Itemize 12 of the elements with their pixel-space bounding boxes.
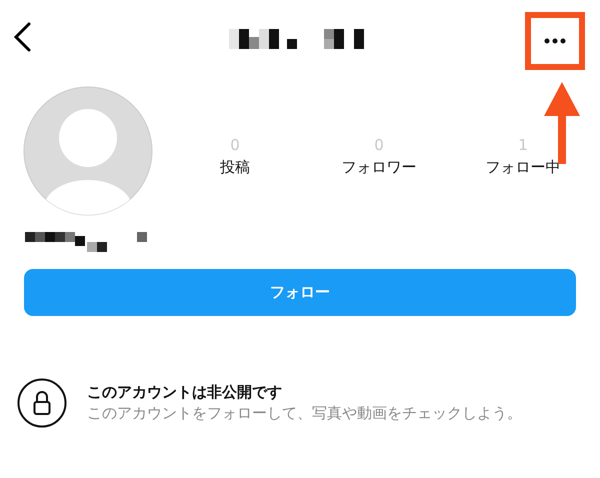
back-icon[interactable] — [12, 21, 32, 53]
stat-count: 0 — [374, 136, 384, 154]
more-icon — [544, 38, 566, 44]
avatar-placeholder-icon — [23, 86, 153, 216]
private-title: このアカウントは非公開です — [87, 383, 283, 402]
stat-count: 1 — [518, 136, 528, 154]
stat-label[interactable]: フォロワー — [342, 158, 416, 176]
private-description: このアカウントをフォローして、写真や動画をチェックしよう。 — [87, 404, 522, 423]
lock-icon — [17, 378, 67, 428]
stat-count: 0 — [230, 136, 240, 154]
stat-label[interactable]: フォロー中 — [486, 158, 560, 176]
stat-label[interactable]: 投稿 — [220, 158, 250, 176]
